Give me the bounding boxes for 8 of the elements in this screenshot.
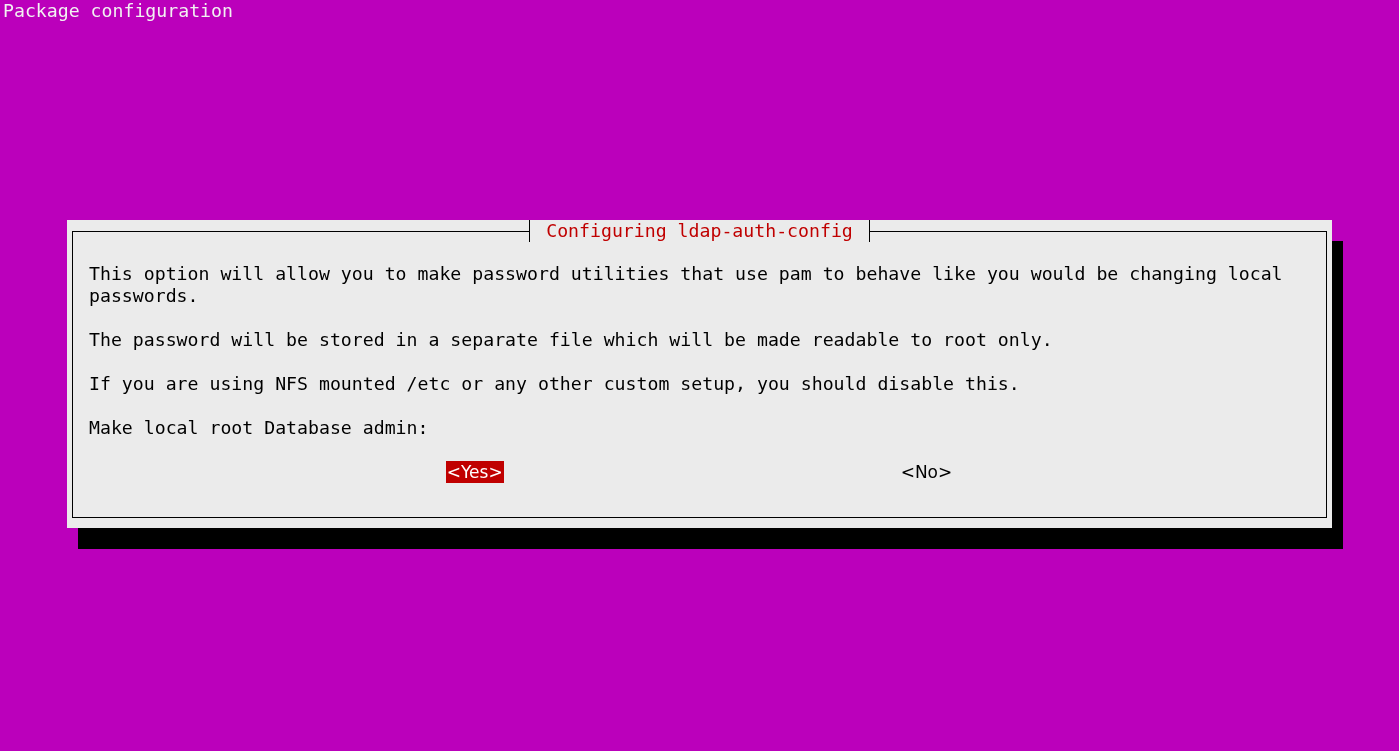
dialog-paragraph: This option will allow you to make password utilities that use pam to behave like you would be changing local passwords.	[89, 263, 1284, 307]
dialog-button[interactable]: <No>	[899, 461, 954, 483]
prompt-text: Make local root Database admin:	[89, 417, 430, 439]
dialog-paragraph: If you are using NFS mounted /etc or any other custom setup, you should disable this.	[89, 373, 1021, 395]
dialog-title: Configuring ldap-auth-config	[529, 220, 870, 242]
screen-title: Package configuration	[2, 0, 233, 22]
dialog-button[interactable]: <Yes>	[445, 461, 504, 483]
dialog-paragraph: The password will be stored in a separate file which will be made readable to root only.	[89, 329, 1054, 351]
